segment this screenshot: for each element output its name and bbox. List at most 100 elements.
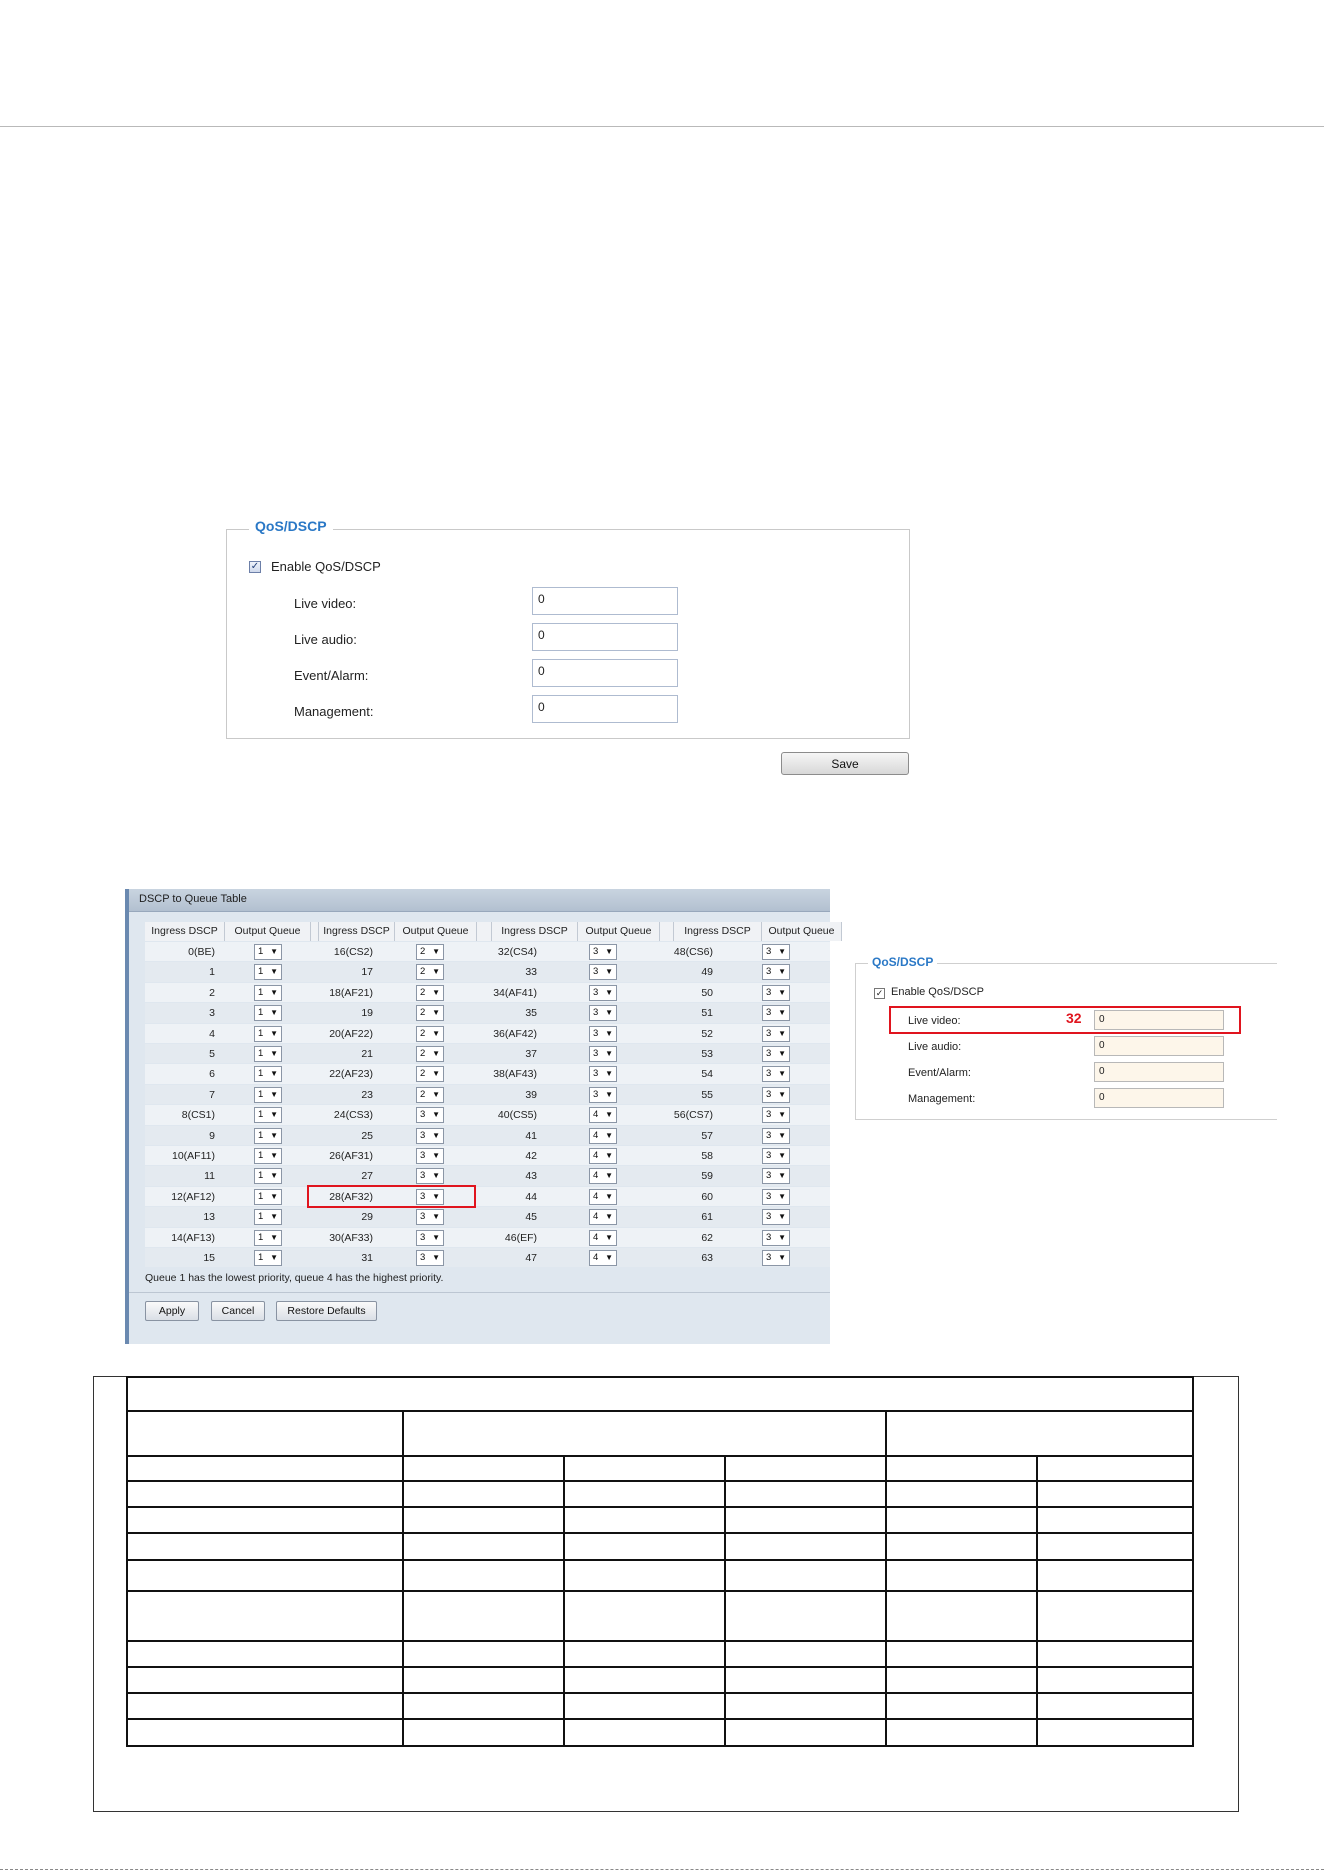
output-queue-select[interactable]: 3 ▼	[589, 984, 617, 1001]
output-queue-select[interactable]: 3 ▼	[762, 1025, 790, 1042]
output-queue-select[interactable]: 3 ▼	[589, 1086, 617, 1103]
output-queue-select[interactable]: 3 ▼	[762, 1229, 790, 1246]
ingress-dscp-value: 13	[203, 1211, 215, 1224]
output-queue-select[interactable]: 1 ▼	[254, 1209, 282, 1226]
output-queue-select[interactable]: 3 ▼	[762, 1209, 790, 1226]
output-queue-select[interactable]: 3 ▼	[762, 1046, 790, 1062]
output-queue-select[interactable]: 3 ▼	[416, 1127, 444, 1144]
event-alarm-input[interactable]: 0	[532, 659, 678, 687]
output-queue-value: 3	[766, 1068, 772, 1080]
output-queue-select[interactable]: 2 ▼	[416, 1046, 444, 1062]
output-queue-select[interactable]: 4 ▼	[589, 1107, 617, 1124]
output-queue-select[interactable]: 1 ▼	[254, 1046, 282, 1062]
output-queue-select[interactable]: 3 ▼	[589, 1005, 617, 1022]
output-queue-select[interactable]: 1 ▼	[254, 1229, 282, 1246]
ingress-dscp-value: 8(CS1)	[181, 1109, 215, 1122]
dropdown-arrow-icon: ▼	[270, 1253, 278, 1262]
apply-button[interactable]: Apply	[145, 1301, 199, 1321]
output-queue-select[interactable]: 3 ▼	[762, 1086, 790, 1103]
dropdown-arrow-icon: ▼	[270, 1089, 278, 1099]
dropdown-arrow-icon: ▼	[432, 1089, 440, 1099]
dropdown-arrow-icon: ▼	[605, 1069, 613, 1079]
restore-defaults-button[interactable]: Restore Defaults	[276, 1301, 377, 1321]
output-queue-select[interactable]: 3 ▼	[762, 1148, 790, 1164]
output-queue-select[interactable]: 4 ▼	[589, 1229, 617, 1246]
output-queue-select[interactable]: 1 ▼	[254, 944, 282, 960]
management-small-input[interactable]: 0	[1094, 1088, 1224, 1108]
output-queue-select[interactable]: 3 ▼	[589, 944, 617, 960]
output-queue-select[interactable]: 2 ▼	[416, 1066, 444, 1083]
output-queue-select[interactable]: 2 ▼	[416, 984, 444, 1001]
output-queue-select[interactable]: 1 ▼	[254, 1066, 282, 1083]
output-queue-select[interactable]: 3 ▼	[762, 1168, 790, 1185]
ingress-dscp-value: 57	[701, 1129, 713, 1142]
output-queue-select[interactable]: 3 ▼	[416, 1229, 444, 1246]
output-queue-select[interactable]: 3 ▼	[589, 1066, 617, 1083]
output-queue-select[interactable]: 2 ▼	[416, 1005, 444, 1022]
live-video-callout-value: 32	[1066, 1010, 1082, 1026]
output-queue-select[interactable]: 3 ▼	[762, 1066, 790, 1083]
output-queue-select[interactable]: 1 ▼	[254, 1025, 282, 1042]
output-queue-select[interactable]: 3 ▼	[416, 1250, 444, 1266]
live-audio-input[interactable]: 0	[532, 623, 678, 651]
output-queue-select[interactable]: 3 ▼	[762, 1188, 790, 1205]
output-queue-select[interactable]: 1 ▼	[254, 1168, 282, 1185]
output-queue-select[interactable]: 1 ▼	[254, 1005, 282, 1022]
dropdown-arrow-icon: ▼	[605, 1212, 613, 1222]
output-queue-value: 1	[258, 1109, 264, 1121]
save-button[interactable]: Save	[781, 752, 909, 775]
management-input[interactable]: 0	[532, 695, 678, 723]
output-queue-select[interactable]: 3 ▼	[762, 944, 790, 960]
output-queue-select[interactable]: 3 ▼	[762, 1107, 790, 1124]
ingress-dscp-value: 56(CS7)	[673, 1109, 713, 1122]
output-queue-select[interactable]: 2 ▼	[416, 1025, 444, 1042]
output-queue-select[interactable]: 1 ▼	[254, 984, 282, 1001]
output-queue-select[interactable]: 4 ▼	[589, 1168, 617, 1185]
ingress-dscp-value: 43	[525, 1170, 537, 1183]
output-queue-select[interactable]: 1 ▼	[254, 1127, 282, 1144]
dropdown-arrow-icon: ▼	[778, 1232, 786, 1242]
output-queue-select[interactable]: 3 ▼	[762, 1127, 790, 1144]
live-video-input[interactable]: 0	[532, 587, 678, 615]
table-col-line	[724, 1455, 726, 1745]
output-queue-select[interactable]: 3 ▼	[416, 1209, 444, 1226]
live-audio-small-input[interactable]: 0	[1094, 1036, 1224, 1056]
ingress-dscp-value: 22(AF23)	[329, 1068, 373, 1081]
dropdown-arrow-icon: ▼	[778, 1171, 786, 1181]
output-queue-select[interactable]: 3 ▼	[416, 1148, 444, 1164]
output-queue-select[interactable]: 3 ▼	[416, 1168, 444, 1185]
enable-qos-checkbox[interactable]: ✓	[249, 561, 261, 573]
output-queue-select[interactable]: 4 ▼	[589, 1250, 617, 1266]
output-queue-select[interactable]: 4 ▼	[589, 1188, 617, 1205]
output-queue-select[interactable]: 3 ▼	[416, 1107, 444, 1124]
output-queue-select[interactable]: 1 ▼	[254, 964, 282, 981]
cancel-button[interactable]: Cancel	[211, 1301, 265, 1321]
output-queue-select[interactable]: 1 ▼	[254, 1148, 282, 1164]
dropdown-arrow-icon: ▼	[270, 1110, 278, 1120]
output-queue-select[interactable]: 1 ▼	[254, 1188, 282, 1205]
output-queue-value: 4	[593, 1190, 599, 1202]
output-queue-select[interactable]: 2 ▼	[416, 1086, 444, 1103]
ingress-dscp-value: 61	[701, 1211, 713, 1224]
output-queue-select[interactable]: 3 ▼	[589, 1046, 617, 1062]
output-queue-select[interactable]: 3 ▼	[762, 1005, 790, 1022]
output-queue-select[interactable]: 1 ▼	[254, 1107, 282, 1124]
output-queue-select[interactable]: 3 ▼	[762, 984, 790, 1001]
output-queue-select[interactable]: 2 ▼	[416, 944, 444, 960]
output-queue-value: 3	[766, 946, 772, 957]
output-queue-select[interactable]: 1 ▼	[254, 1086, 282, 1103]
output-queue-select[interactable]: 3 ▼	[762, 1250, 790, 1266]
output-queue-select[interactable]: 4 ▼	[589, 1148, 617, 1164]
enable-qos-small-checkbox[interactable]: ✓	[874, 988, 885, 999]
output-queue-select[interactable]: 4 ▼	[589, 1127, 617, 1144]
output-queue-value: 2	[420, 1007, 426, 1019]
ingress-dscp-value: 4	[209, 1027, 215, 1040]
output-queue-select[interactable]: 1 ▼	[254, 1250, 282, 1266]
output-queue-select[interactable]: 2 ▼	[416, 964, 444, 981]
output-queue-select[interactable]: 3 ▼	[589, 1025, 617, 1042]
output-queue-select[interactable]: 3 ▼	[589, 964, 617, 981]
output-queue-select[interactable]: 3 ▼	[762, 964, 790, 981]
event-alarm-small-input[interactable]: 0	[1094, 1062, 1224, 1082]
output-queue-select[interactable]: 4 ▼	[589, 1209, 617, 1226]
dropdown-arrow-icon: ▼	[270, 947, 278, 956]
